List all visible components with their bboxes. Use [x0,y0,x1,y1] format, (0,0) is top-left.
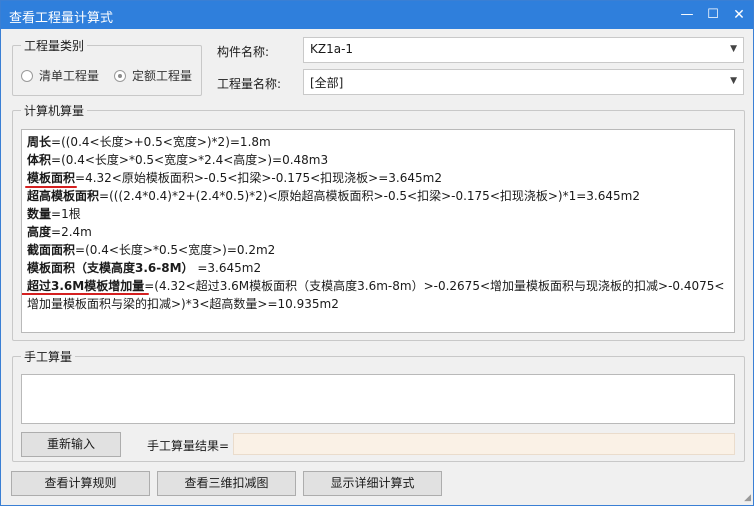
calc-line-name: 截面面积 [27,243,76,257]
radio-bill-quantity-icon[interactable] [21,69,33,82]
calc-line: 模板面积=4.32<原始模板面积>-0.5<扣梁>-0.175<扣现浇板>=3.… [25,169,729,188]
window-title: 查看工程量计算式 [9,11,114,26]
quantity-name-value: [全部] [310,76,344,90]
quantity-name-label: 工程量名称: [217,77,282,91]
calc-line-name: 超过3.6M模板增加量 [27,279,145,293]
calc-line: 截面面积=(0.4<长度>*0.5<宽度>)=0.2m2 [27,241,729,259]
manual-result-field[interactable] [233,433,735,455]
calc-line-formula: =3.645m2 [193,261,262,275]
view-3d-deduction-button[interactable]: 查看三维扣减图 [157,471,296,496]
calc-line: 周长=((0.4<长度>+0.5<宽度>)*2)=1.8m [27,133,729,151]
radio-quota-quantity[interactable]: 定额工程量 [114,67,192,84]
calc-line-name: 数量 [27,207,52,221]
manual-calc-textarea[interactable] [21,374,735,424]
calc-line-name: 周长 [27,135,52,149]
calc-line-formula: =(0.4<长度>*0.5<宽度>*2.4<高度>)=0.48m3 [51,153,329,167]
radio-bill-quantity[interactable]: 清单工程量 [21,67,99,84]
red-underline-mark [22,293,149,295]
category-group: 工程量类别 清单工程量 定额工程量 [12,37,202,96]
calc-line: 模板面积（支模高度3.6-8M） =3.645m2 [27,259,729,277]
quantity-name-select[interactable]: [全部] ▼ [303,69,744,95]
calc-line: 超高模板面积=(((2.4*0.4)*2+(2.4*0.5)*2)<原始超高模板… [27,187,729,205]
calc-line: 高度=2.4m [27,223,729,241]
calc-line-formula: =4.32<原始模板面积>-0.5<扣梁>-0.175<扣现浇板>=3.645m… [75,171,442,185]
calc-line-formula: =(0.4<长度>*0.5<宽度>)=0.2m2 [75,243,276,257]
dialog-window: 查看工程量计算式 — ☐ ✕ 工程量类别 清单工程量 定额工程量 构件名称: K… [0,0,754,506]
calc-line-name: 体积 [27,153,52,167]
manual-calc-legend: 手工算量 [21,348,76,365]
component-name-select[interactable]: KZ1a-1 ▼ [303,37,744,63]
chevron-down-icon[interactable]: ▼ [730,44,737,54]
reenter-button[interactable]: 重新输入 [21,432,121,457]
view-rules-button[interactable]: 查看计算规则 [11,471,150,496]
calc-line-name: 高度 [27,225,52,239]
radio-quota-quantity-icon[interactable] [114,69,126,82]
calc-line-formula: =(((2.4*0.4)*2+(2.4*0.5)*2)<原始超高模板面积>-0.… [99,189,640,203]
radio-bill-quantity-label: 清单工程量 [39,69,100,83]
computer-calc-textarea[interactable]: 周长=((0.4<长度>+0.5<宽度>)*2)=1.8m 体积=(0.4<长度… [21,129,735,333]
calc-line: 体积=(0.4<长度>*0.5<宽度>*2.4<高度>)=0.48m3 [27,151,729,169]
component-name-value: KZ1a-1 [310,42,354,56]
calc-line: 超过3.6M模板增加量=(4.32<超过3.6M模板面积（支模高度3.6m-8m… [22,277,729,313]
calc-line-formula: =1根 [51,207,81,221]
radio-quota-quantity-label: 定额工程量 [132,69,193,83]
component-name-label: 构件名称: [217,45,270,59]
chevron-down-icon[interactable]: ▼ [730,76,737,86]
category-legend: 工程量类别 [21,37,88,54]
calc-line-formula: =((0.4<长度>+0.5<宽度>)*2)=1.8m [51,135,271,149]
calc-line-name: 超高模板面积 [27,189,100,203]
maximize-icon[interactable]: ☐ [703,5,723,25]
title-bar[interactable]: 查看工程量计算式 — ☐ ✕ [1,1,753,29]
calc-line-formula: =2.4m [51,225,92,239]
computer-calc-legend: 计算机算量 [21,102,88,119]
close-icon[interactable]: ✕ [729,5,749,25]
calc-line-name: 模板面积 [27,171,76,185]
calc-line-name: 模板面积（支模高度3.6-8M） [27,261,194,275]
resize-grip-icon[interactable]: ◢ [744,493,751,503]
manual-result-label: 手工算量结果= [147,439,230,453]
calc-line: 数量=1根 [27,205,729,223]
minimize-icon[interactable]: — [677,5,697,25]
show-detail-formula-button[interactable]: 显示详细计算式 [303,471,442,496]
